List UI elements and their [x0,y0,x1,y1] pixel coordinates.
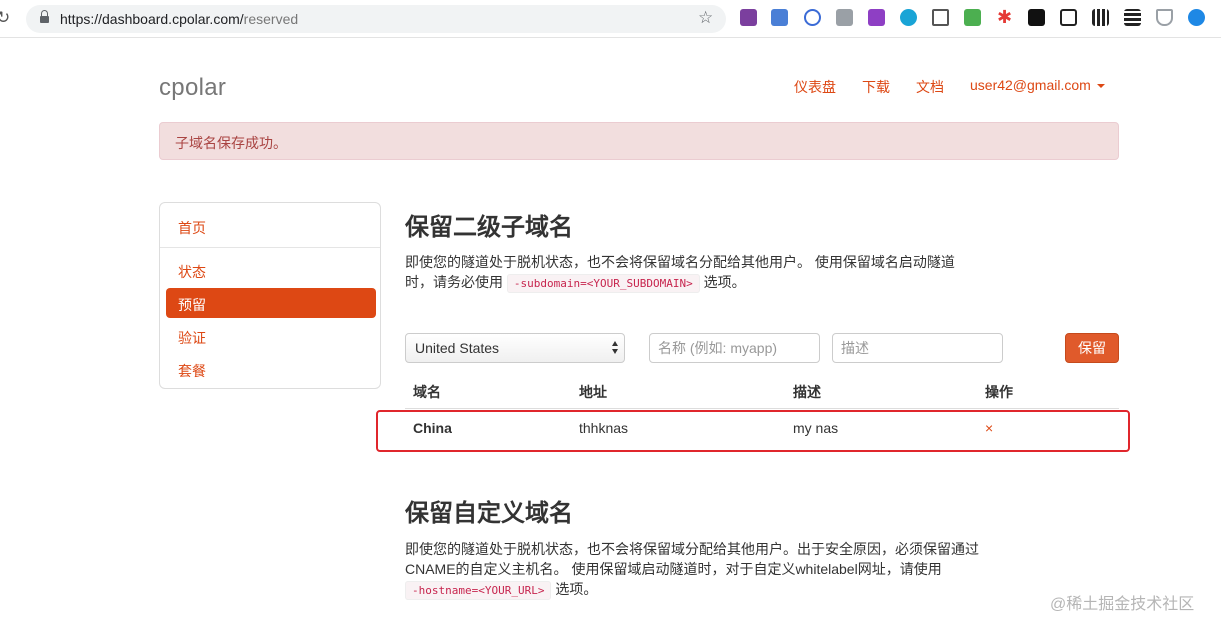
region-select[interactable]: United States [405,333,625,363]
check-extension-icon[interactable] [1188,9,1205,26]
sidebar-item-status[interactable]: 状态 [166,255,376,285]
rp-extension-icon[interactable] [868,9,885,26]
qr-scan-extension-icon[interactable] [1124,9,1141,26]
nav-download[interactable]: 下载 [862,77,890,97]
subdomain-name-input[interactable] [649,333,820,363]
caret-down-icon [1096,84,1105,89]
row-address: thhknas [579,420,629,436]
delete-icon[interactable]: × [985,420,993,436]
table-row-highlight [376,410,1130,452]
nav-docs[interactable]: 文档 [916,77,944,97]
translate-extension-icon[interactable] [771,9,788,26]
sidebar-item-reserved[interactable]: 预留 [166,288,376,318]
row-description: my nas [793,420,839,436]
user-menu[interactable]: user42@gmail.com [970,77,1105,93]
row-region: China [413,420,452,436]
sidebar-divider [160,247,380,248]
nav-dashboard[interactable]: 仪表盘 [794,77,836,97]
reserve-button[interactable]: 保留 [1065,333,1119,363]
table-header-divider [405,408,1119,409]
url-text: https://dashboard.cpolar.com/reserved [60,11,299,27]
browser-toolbar: ↻ https://dashboard.cpolar.com/reserved … [0,0,1221,38]
sidebar-item-home[interactable]: 首页 [166,211,376,241]
region-select-value: United States [415,340,500,356]
custom-domain-section-title: 保留自定义域名 [405,500,573,527]
column-header-description: 描述 [793,384,821,400]
shield-extension-icon[interactable] [1156,9,1173,26]
custom-domain-section-description: 即使您的隧道处于脱机状态，也不会将保留域分配给其他用户。出于安全原因，必须保留通… [405,539,979,601]
subdomain-section-description: 即使您的隧道处于脱机状态，也不会将保留域名分配给其他用户。 使用保留域名启动隧道… [405,252,955,294]
sidebar-item-plan[interactable]: 套餐 [166,354,376,384]
select-arrows-icon [612,340,619,356]
column-header-address: 地址 [579,384,607,400]
sidebar: 首页 状态 预留 验证 套餐 [159,202,381,389]
globe-extension-icon[interactable] [804,9,821,26]
subdomain-description-input[interactable] [832,333,1003,363]
column-header-action: 操作 [985,384,1013,400]
brand-logo[interactable]: cpolar [159,74,226,102]
alert-message: 子域名保存成功。 [175,135,287,151]
download-extension-icon[interactable] [964,9,981,26]
sync-extension-icon[interactable] [900,9,917,26]
hostname-option-code: -hostname=<YOUR_URL> [405,581,552,600]
watermark: @稀土掘金技术社区 [1050,596,1195,613]
subdomain-section-title: 保留二级子域名 [405,214,573,241]
reload-icon[interactable]: ↻ [0,9,14,27]
n-extension-icon[interactable] [1060,9,1077,26]
subdomain-option-code: -subdomain=<YOUR_SUBDOMAIN> [506,274,700,293]
lock-icon [40,10,49,24]
sidebar-item-verify[interactable]: 验证 [166,321,376,351]
user-email: user42@gmail.com [970,77,1091,93]
asterisk-extension-icon[interactable]: ✱ [996,8,1013,26]
onenote-extension-icon[interactable] [740,9,757,26]
success-alert: 子域名保存成功。 [159,122,1119,160]
tool-extension-icon[interactable] [932,9,949,26]
bookmark-star-icon[interactable]: ☆ [698,8,713,28]
incognito-extension-icon[interactable] [836,9,853,26]
address-bar[interactable]: https://dashboard.cpolar.com/reserved ☆ [26,5,726,33]
qr-code-extension-icon[interactable] [1092,9,1109,26]
jb-extension-icon[interactable] [1028,9,1045,26]
column-header-domain: 域名 [413,384,441,400]
